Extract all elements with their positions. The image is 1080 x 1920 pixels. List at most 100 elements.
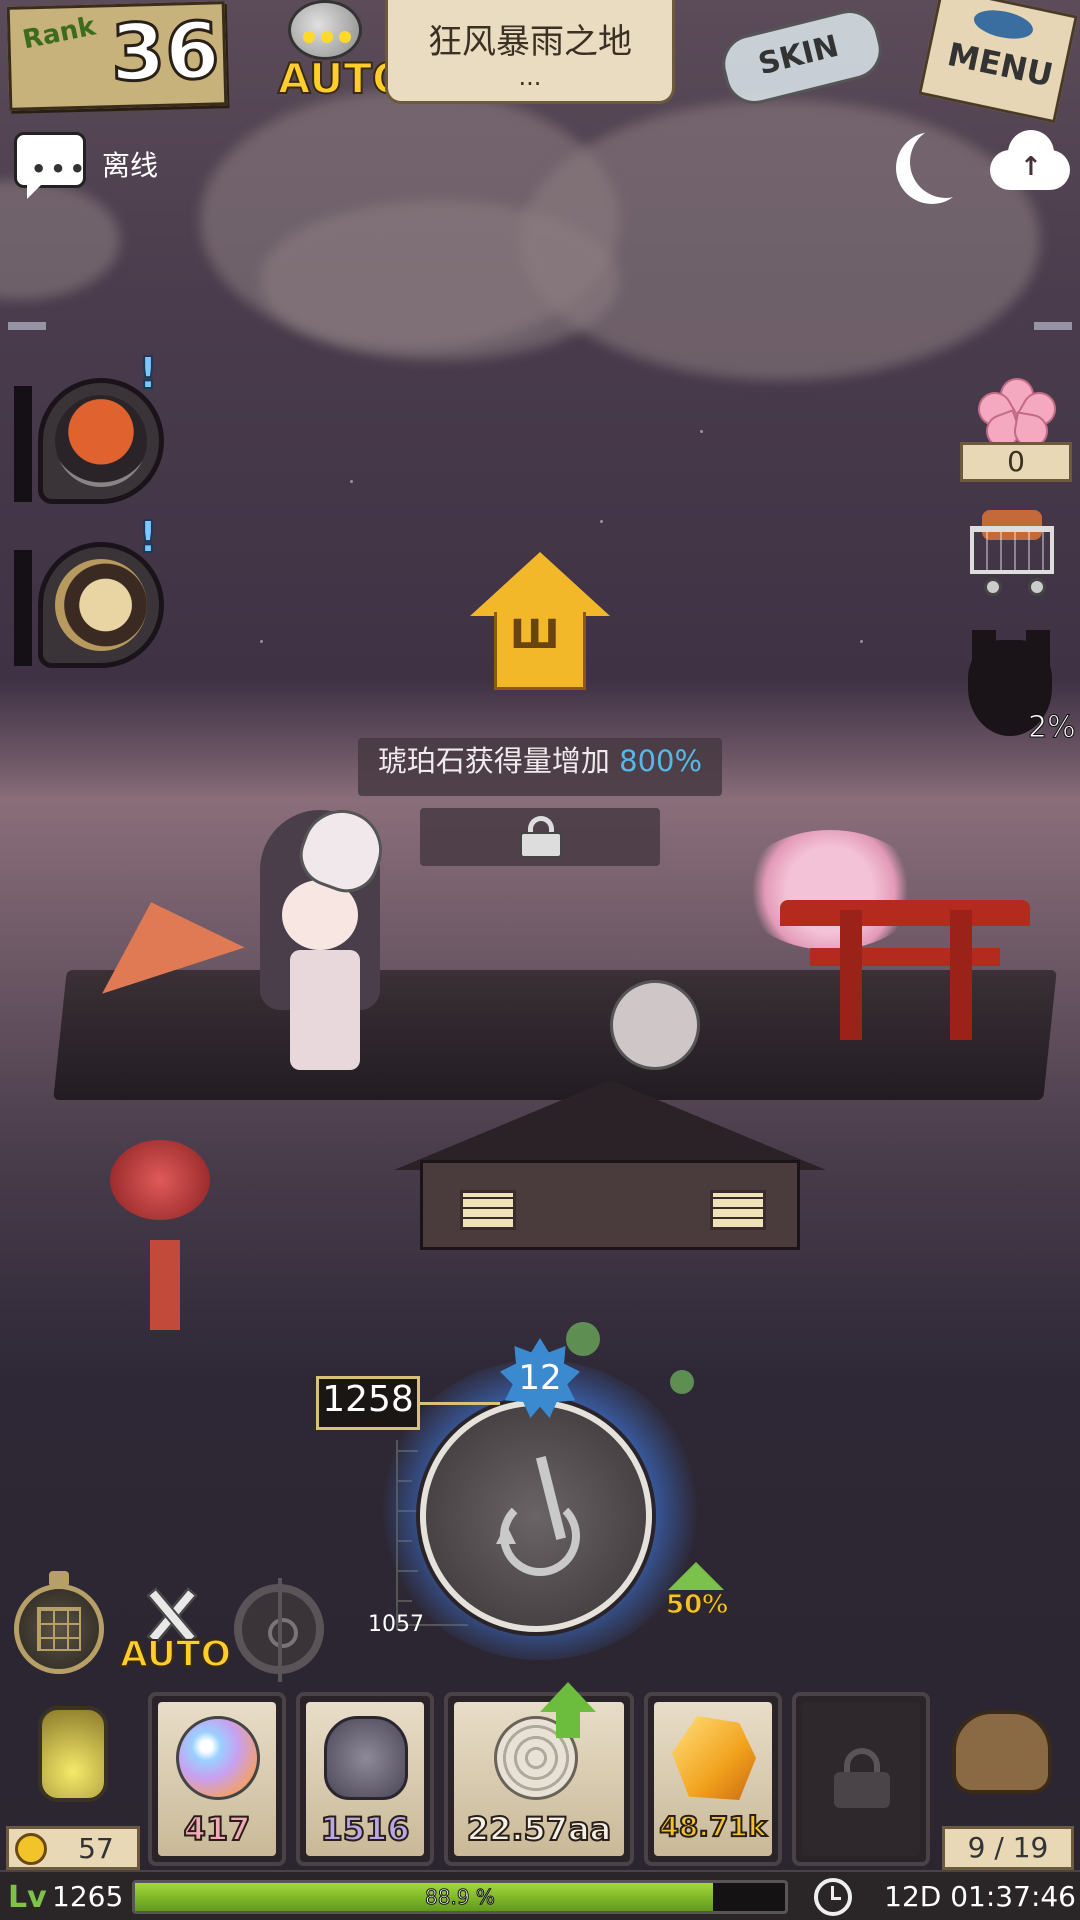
upgrade-arrow-icon <box>540 1682 596 1712</box>
clock-icon <box>814 1878 852 1916</box>
ghost-icon <box>288 0 362 60</box>
connection-status: 离线 <box>102 149 159 182</box>
lantern <box>110 1140 210 1220</box>
knight-helmet-icon <box>55 395 147 487</box>
inventory-bag-button[interactable]: 9 / 19 <box>940 1700 1076 1870</box>
house-window <box>710 1190 766 1230</box>
torii-post <box>840 910 862 1040</box>
upgrade-arrow-button[interactable]: Ш <box>470 552 610 692</box>
alert-icon: ! <box>137 347 159 400</box>
lock-icon <box>520 816 562 858</box>
location-scroll[interactable]: 狂风暴雨之地 ... <box>385 0 675 104</box>
star <box>700 430 703 433</box>
bubble <box>566 1322 600 1356</box>
crew-portrait-deer[interactable]: ! <box>14 511 164 674</box>
location-subtitle: ... <box>518 63 542 91</box>
chat-button[interactable]: ••• <box>14 132 90 199</box>
location-title: 狂风暴雨之地 <box>428 22 632 62</box>
lamp-button[interactable]: 57 <box>4 1700 140 1870</box>
locked-buff-slot[interactable] <box>420 808 660 866</box>
xp-percent: 88.9 % <box>425 1885 496 1910</box>
fish-icon <box>971 5 1036 44</box>
harp-icon: Ш <box>510 612 560 658</box>
item-slot-shell[interactable]: 22.57aa <box>444 1682 634 1866</box>
item-value: 417 <box>183 1809 252 1849</box>
rank-label: Rank <box>20 11 99 56</box>
depth-pointer <box>420 1402 500 1405</box>
star <box>860 640 863 643</box>
buff-banner: 琥珀石获得量增加 800% <box>358 738 722 796</box>
item-value: 48.71k <box>658 1809 767 1844</box>
left-edge-marker <box>8 322 46 330</box>
cross-stone-icon <box>324 1716 408 1800</box>
player-level: 1265 <box>52 1880 124 1913</box>
star <box>260 640 263 643</box>
boost-arrow-icon <box>668 1562 724 1590</box>
rank-value: 36 <box>108 5 222 101</box>
item-slot-amber[interactable]: 48.71k <box>644 1692 782 1866</box>
target-button[interactable] <box>234 1578 324 1682</box>
torii-gate <box>780 900 1030 926</box>
rank-card[interactable]: Rank 36 <box>6 1 228 111</box>
lantern-tail <box>150 1240 180 1330</box>
depth-min-label: 1057 <box>368 1612 424 1637</box>
auto-fishing-button[interactable]: AUTO <box>270 0 409 104</box>
star <box>350 480 353 483</box>
sakura-counter[interactable]: 0 <box>960 370 1072 488</box>
auto-fight-button[interactable]: AUTO <box>118 1584 232 1676</box>
coin-icon <box>15 1833 47 1865</box>
buff-text: 琥珀石获得量增加 <box>377 744 610 778</box>
boost-percent: 50% <box>665 1590 729 1621</box>
menu-label: MENU <box>944 35 1057 95</box>
cast-button[interactable] <box>380 1360 700 1660</box>
mask-collection[interactable]: 2% <box>964 630 1076 746</box>
deer-character-icon <box>55 559 147 651</box>
item-value: 1516 <box>319 1809 410 1849</box>
compass-button[interactable] <box>14 1571 104 1674</box>
sakura-tree <box>740 830 920 950</box>
bubble <box>670 1370 694 1394</box>
item-slot-gem[interactable]: 417 <box>148 1692 286 1866</box>
item-slot-stone[interactable]: 1516 <box>296 1692 434 1866</box>
item-tray: 57 417 1516 22.57aa 48.71k 9 / 19 <box>0 1680 1080 1870</box>
boost-indicator[interactable]: 50% <box>662 1562 732 1628</box>
bag-icon <box>952 1710 1052 1794</box>
lamp-value: 57 <box>78 1832 114 1865</box>
rod-level: 12 <box>518 1358 562 1398</box>
sakura-flower-icon <box>971 370 1063 453</box>
bottom-status-bar: Lv 1265 88.9 % 12D 01:37:46 <box>0 1870 1080 1920</box>
island-deck <box>53 970 1057 1100</box>
alert-icon: ! <box>137 511 159 564</box>
xp-bar: 88.9 % <box>132 1880 788 1914</box>
sakura-count: 0 <box>960 442 1072 482</box>
house-window <box>460 1190 516 1230</box>
lantern-jar-icon <box>38 1706 108 1802</box>
fishing-dial <box>420 1400 652 1632</box>
crew-portrait-knight[interactable]: ! <box>14 347 164 510</box>
shop-cart-button[interactable] <box>960 508 1070 604</box>
cloud <box>260 200 620 360</box>
cloud-upload-icon[interactable]: ↑ <box>990 130 1070 192</box>
top-bar: Rank 36 AUTO 狂风暴雨之地 ... SKIN MENU <box>0 0 1080 124</box>
level-icon: Lv <box>8 1880 47 1915</box>
menu-button[interactable]: MENU <box>918 0 1078 124</box>
current-depth: 1258 <box>316 1376 420 1430</box>
rainbow-orb-icon <box>176 1716 260 1800</box>
mask-progress: 2% <box>1028 710 1077 746</box>
lamp-counter: 57 <box>6 1826 140 1870</box>
auto-fight-label: AUTO <box>119 1633 232 1676</box>
star <box>600 520 603 523</box>
chat-bubble-icon: ••• <box>31 155 90 183</box>
cart-icon <box>970 526 1054 574</box>
inventory-count: 9 / 19 <box>942 1826 1074 1870</box>
buff-percent: 800% <box>619 744 703 778</box>
skin-button[interactable]: SKIN <box>712 3 898 111</box>
fishing-hook-icon <box>486 1456 596 1586</box>
torii-post <box>950 910 972 1040</box>
player-character <box>260 790 394 1080</box>
cat-companion <box>610 980 700 1070</box>
padlock-icon <box>834 1748 890 1808</box>
moon-icon[interactable] <box>910 126 982 198</box>
right-edge-marker <box>1034 322 1072 330</box>
item-slot-locked[interactable] <box>792 1692 930 1866</box>
